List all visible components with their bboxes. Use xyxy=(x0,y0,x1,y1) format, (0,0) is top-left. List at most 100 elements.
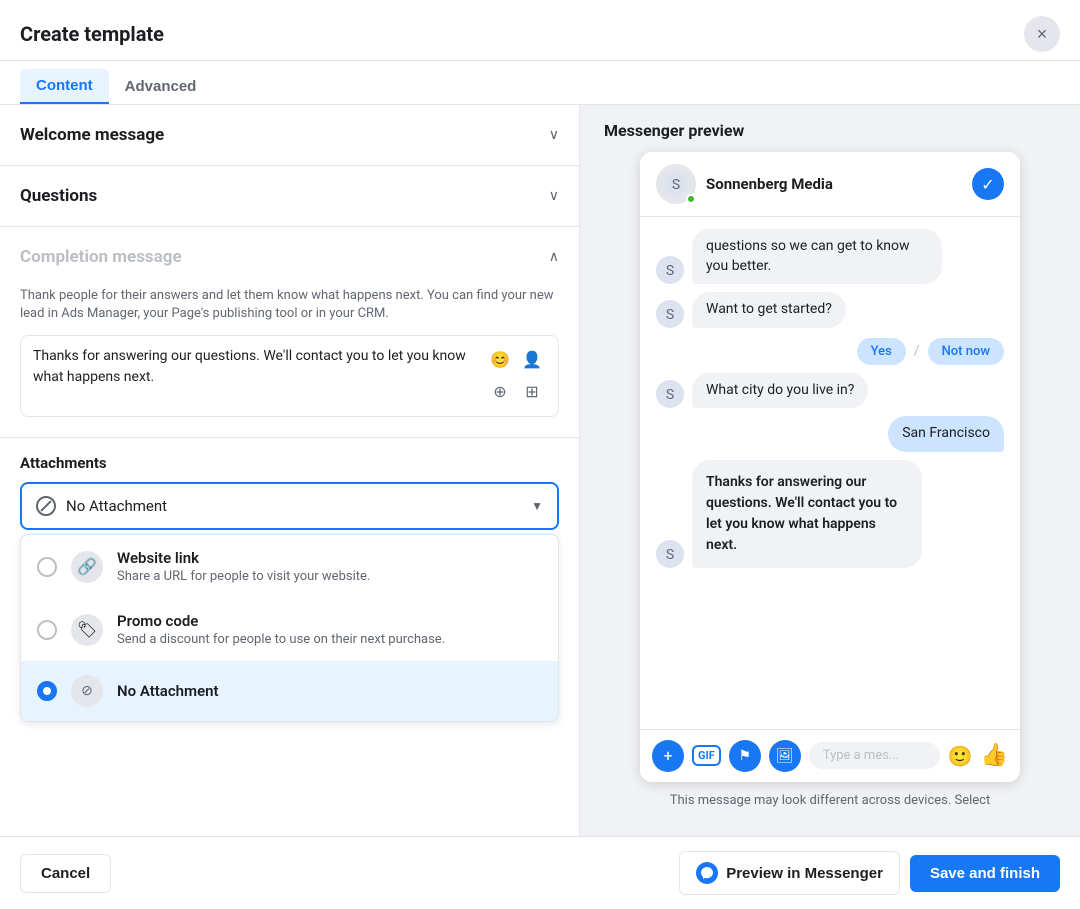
close-button[interactable]: × xyxy=(1024,16,1060,52)
msg-city: S What city do you live in? xyxy=(656,373,1004,409)
messenger-header: S Sonnenberg Media ✓ xyxy=(640,152,1020,217)
gif-button[interactable]: GIF xyxy=(692,745,721,766)
completion-section-body: Thank people for their answers and let t… xyxy=(0,287,579,437)
website-link-desc: Share a URL for people to visit your web… xyxy=(117,569,542,584)
bot-avatar-1: S xyxy=(656,256,684,284)
right-panel: Messenger preview S Sonnenberg Media ✓ xyxy=(580,105,1080,836)
messenger-preview: S Sonnenberg Media ✓ S questions so we c… xyxy=(640,152,1020,782)
image-icon[interactable]: 🖼 xyxy=(769,740,801,772)
completion-message-section: Completion message ∧ Thank people for th… xyxy=(0,227,579,438)
messenger-messages: S questions so we can get to know you be… xyxy=(640,217,1020,729)
message-icons-row-2: ⊕ ⊞ xyxy=(486,378,546,406)
questions-section: Questions ∨ xyxy=(0,166,579,227)
completion-message-header[interactable]: Completion message ∧ xyxy=(0,227,579,287)
attachments-section: Attachments No Attachment ▼ 🔗 W xyxy=(0,438,579,738)
svg-text:S: S xyxy=(666,547,674,563)
message-icon-group: 😊 👤 ⊕ ⊞ xyxy=(486,346,546,406)
questions-header[interactable]: Questions ∨ xyxy=(0,166,579,226)
quick-reply-not-now[interactable]: Not now xyxy=(928,338,1004,365)
radio-website-link xyxy=(37,557,57,577)
bubble-san-francisco: San Francisco xyxy=(888,416,1004,452)
create-template-modal: Create template × Content Advanced Welco… xyxy=(0,0,1080,909)
left-panel: Welcome message ∨ Questions ∨ Completion… xyxy=(0,105,580,836)
add-icon-btn[interactable]: ⊕ xyxy=(486,378,514,406)
emoji-button[interactable]: 🙂 xyxy=(948,744,973,768)
online-indicator xyxy=(686,194,696,204)
bubble-completion: Thanks for answering our questions. We'l… xyxy=(692,460,922,568)
attachment-selected-label: No Attachment xyxy=(66,497,167,515)
preview-note: This message may look different across d… xyxy=(660,782,1000,820)
cancel-button[interactable]: Cancel xyxy=(20,854,111,893)
bot-avatar-3: S xyxy=(656,380,684,408)
promo-code-desc: Send a discount for people to use on the… xyxy=(117,632,542,647)
add-icon[interactable]: + xyxy=(652,740,684,772)
questions-title: Questions xyxy=(20,186,97,206)
footer-right: Preview in Messenger Save and finish xyxy=(679,851,1060,895)
message-icons-row-1: 😊 👤 xyxy=(486,346,546,374)
messenger-avatar: S xyxy=(656,164,696,204)
website-link-title: Website link xyxy=(117,549,542,567)
svg-text:S: S xyxy=(666,307,674,323)
promo-code-content: Promo code Send a discount for people to… xyxy=(117,612,542,647)
preview-in-messenger-button[interactable]: Preview in Messenger xyxy=(679,851,900,895)
completion-message-chevron: ∧ xyxy=(549,249,559,265)
save-and-finish-button[interactable]: Save and finish xyxy=(910,855,1060,892)
bot-avatar-4: S xyxy=(656,540,684,568)
completion-message-box[interactable]: Thanks for answering our questions. We'l… xyxy=(20,335,559,417)
bubble-get-started: Want to get started? xyxy=(692,292,846,328)
msg-get-started: S Want to get started? xyxy=(656,292,1004,328)
media-icon-btn[interactable]: ⊞ xyxy=(518,378,546,406)
dropdown-item-no-attachment[interactable]: ⊘ No Attachment xyxy=(21,661,558,721)
no-attachment-content: No Attachment xyxy=(117,682,542,700)
tab-content[interactable]: Content xyxy=(20,69,109,104)
modal-body: Welcome message ∨ Questions ∨ Completion… xyxy=(0,105,1080,836)
attachment-dropdown-left: No Attachment xyxy=(36,496,167,516)
svg-text:S: S xyxy=(672,177,680,193)
welcome-message-chevron: ∨ xyxy=(549,127,559,143)
attachment-dropdown-menu: 🔗 Website link Share a URL for people to… xyxy=(20,534,559,722)
divider: / xyxy=(914,343,920,359)
bubble-questions: questions so we can get to know you bett… xyxy=(692,229,942,284)
radio-promo-code xyxy=(37,620,57,640)
msg-san-francisco: San Francisco xyxy=(656,416,1004,452)
website-link-content: Website link Share a URL for people to v… xyxy=(117,549,542,584)
page-name: Sonnenberg Media xyxy=(706,175,972,193)
person-icon-btn[interactable]: 👤 xyxy=(518,346,546,374)
completion-message-title: Completion message xyxy=(20,247,182,267)
promo-code-icon: 🏷 xyxy=(71,614,103,646)
welcome-message-section: Welcome message ∨ xyxy=(0,105,579,166)
website-link-icon: 🔗 xyxy=(71,551,103,583)
bot-avatar-2: S xyxy=(656,300,684,328)
no-attachment-menu-icon: ⊘ xyxy=(71,675,103,707)
welcome-message-header[interactable]: Welcome message ∨ xyxy=(0,105,579,165)
msg-completion: S Thanks for answering our questions. We… xyxy=(656,460,1004,568)
modal-footer: Cancel Preview in Messenger Save and fin… xyxy=(0,836,1080,909)
tab-advanced[interactable]: Advanced xyxy=(109,69,213,104)
no-attachment-title: No Attachment xyxy=(117,682,542,700)
quick-replies: Yes / Not now xyxy=(656,338,1004,365)
questions-chevron: ∨ xyxy=(549,188,559,204)
flag-icon[interactable]: ⚑ xyxy=(729,740,761,772)
quick-reply-yes[interactable]: Yes xyxy=(857,338,906,365)
preview-title: Messenger preview xyxy=(596,121,744,140)
messenger-logo-icon xyxy=(696,862,718,884)
message-input[interactable]: Type a mes... xyxy=(809,742,940,769)
completion-message-text: Thanks for answering our questions. We'l… xyxy=(33,346,478,388)
completion-description: Thank people for their answers and let t… xyxy=(20,287,559,323)
attachment-dropdown[interactable]: No Attachment ▼ xyxy=(20,482,559,530)
verified-badge: ✓ xyxy=(972,168,1004,200)
thumbs-up-button[interactable]: 👍 xyxy=(981,743,1008,768)
bubble-city: What city do you live in? xyxy=(692,373,868,409)
tab-bar: Content Advanced xyxy=(0,61,1080,105)
dropdown-item-promo-code[interactable]: 🏷 Promo code Send a discount for people … xyxy=(21,598,558,661)
dropdown-arrow-icon: ▼ xyxy=(531,499,543,513)
radio-no-attachment xyxy=(37,681,57,701)
promo-code-title: Promo code xyxy=(117,612,542,630)
no-attachment-icon xyxy=(36,496,56,516)
modal-header: Create template × xyxy=(0,0,1080,61)
msg-questions: S questions so we can get to know you be… xyxy=(656,229,1004,284)
messenger-input-bar: + GIF ⚑ 🖼 Type a mes... 🙂 👍 xyxy=(640,729,1020,782)
welcome-message-title: Welcome message xyxy=(20,125,164,145)
emoji-icon-btn[interactable]: 😊 xyxy=(486,346,514,374)
dropdown-item-website-link[interactable]: 🔗 Website link Share a URL for people to… xyxy=(21,535,558,598)
